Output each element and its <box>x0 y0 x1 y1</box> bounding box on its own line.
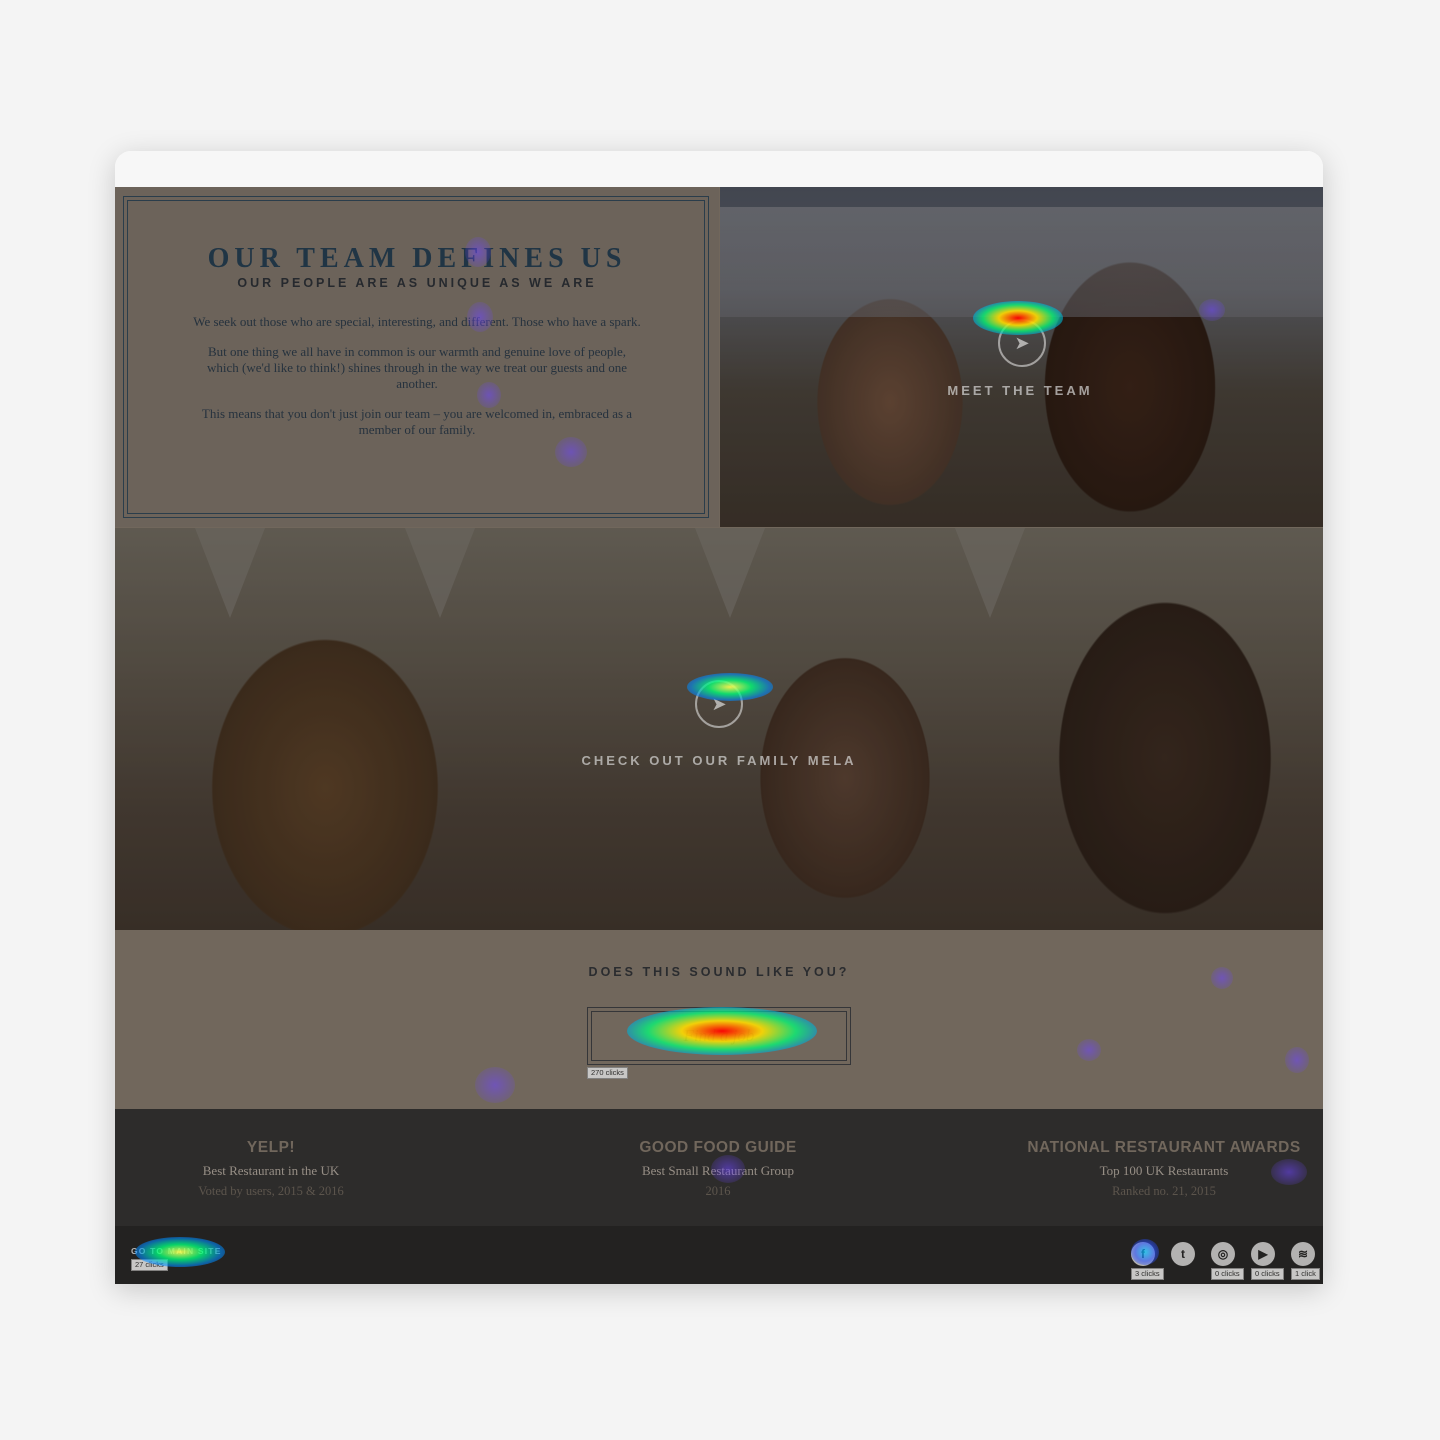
main-site-link[interactable]: GO TO MAIN SITE <box>131 1246 222 1256</box>
find-job-button[interactable]: Find a job <box>587 1007 851 1065</box>
spotify-icon[interactable]: ≋ <box>1291 1242 1315 1266</box>
browser-window: OUR TEAM DEFINES US OUR PEOPLE ARE AS UN… <box>115 151 1323 1284</box>
bunting-flag <box>695 528 765 618</box>
award-detail: 2016 <box>705 1184 731 1198</box>
intro-paragraph: This means that you don't just join our … <box>201 406 633 437</box>
bunting-flag <box>955 528 1025 618</box>
family-mela-panel[interactable]: ➤ CHECK OUT OUR FAMILY MELA <box>115 528 1323 930</box>
click-count-badge: 270 clicks <box>587 1067 628 1079</box>
award-title: NATIONAL RESTAURANT AWARDS <box>1027 1139 1301 1156</box>
page-subtitle: OUR PEOPLE ARE AS UNIQUE AS WE ARE <box>237 276 597 290</box>
browser-top-bar <box>115 151 1323 188</box>
instagram-icon[interactable]: ◎ <box>1211 1242 1235 1266</box>
awards-strip: YELP! Best Restaurant in the UK Voted by… <box>115 1109 1323 1226</box>
youtube-icon[interactable]: ▶ <box>1251 1242 1275 1266</box>
award-description: Top 100 UK Restaurants <box>1099 1163 1229 1178</box>
facebook-icon[interactable]: f <box>1131 1242 1155 1266</box>
award-title: YELP! <box>246 1139 296 1156</box>
meet-team-panel[interactable]: ➤ MEET THE TEAM <box>720 187 1323 527</box>
award-item: YELP! Best Restaurant in the UK Voted by… <box>115 1139 451 1199</box>
arrow-right-icon[interactable]: ➤ <box>695 680 743 728</box>
award-description: Best Small Restaurant Group <box>641 1163 794 1178</box>
award-item: GOOD FOOD GUIDE Best Small Restaurant Gr… <box>538 1139 898 1199</box>
click-count-badge: 3 clicks <box>1131 1268 1164 1280</box>
team-photo-background <box>720 207 1323 317</box>
cta-question: DOES THIS SOUND LIKE YOU? <box>588 965 850 979</box>
family-mela-link[interactable]: CHECK OUT OUR FAMILY MELA <box>519 753 919 768</box>
award-detail: Ranked no. 21, 2015 <box>1112 1184 1216 1198</box>
intro-paragraph: But one thing we all have in common is o… <box>206 344 628 391</box>
footer-bar: GO TO MAIN SITE 27 clicks f 3 clicks t ◎… <box>115 1226 1323 1284</box>
award-description: Best Restaurant in the UK <box>202 1163 340 1178</box>
intro-text: We seek out those who are special, inter… <box>193 314 641 452</box>
arrow-right-icon[interactable]: ➤ <box>998 319 1046 367</box>
page-viewport[interactable]: OUR TEAM DEFINES US OUR PEOPLE ARE AS UN… <box>115 187 1323 1284</box>
award-title: GOOD FOOD GUIDE <box>639 1139 797 1156</box>
click-count-badge: 27 clicks <box>131 1259 168 1271</box>
award-detail: Voted by users, 2015 & 2016 <box>198 1184 344 1198</box>
intro-paragraph: We seek out those who are special, inter… <box>193 314 641 329</box>
intro-section: OUR TEAM DEFINES US OUR PEOPLE ARE AS UN… <box>115 187 719 527</box>
bunting-flag <box>405 528 475 618</box>
award-item: NATIONAL RESTAURANT AWARDS Top 100 UK Re… <box>984 1139 1323 1199</box>
meet-team-link[interactable]: MEET THE TEAM <box>920 383 1120 398</box>
twitter-icon[interactable]: t <box>1171 1242 1195 1266</box>
cta-section: DOES THIS SOUND LIKE YOU? Find a job 270… <box>115 931 1323 1109</box>
page-title: OUR TEAM DEFINES US <box>207 243 627 274</box>
click-count-badge: 1 click <box>1291 1268 1320 1280</box>
click-count-badge: 0 clicks <box>1251 1268 1284 1280</box>
bunting-flag <box>195 528 265 618</box>
click-count-badge: 0 clicks <box>1211 1268 1244 1280</box>
